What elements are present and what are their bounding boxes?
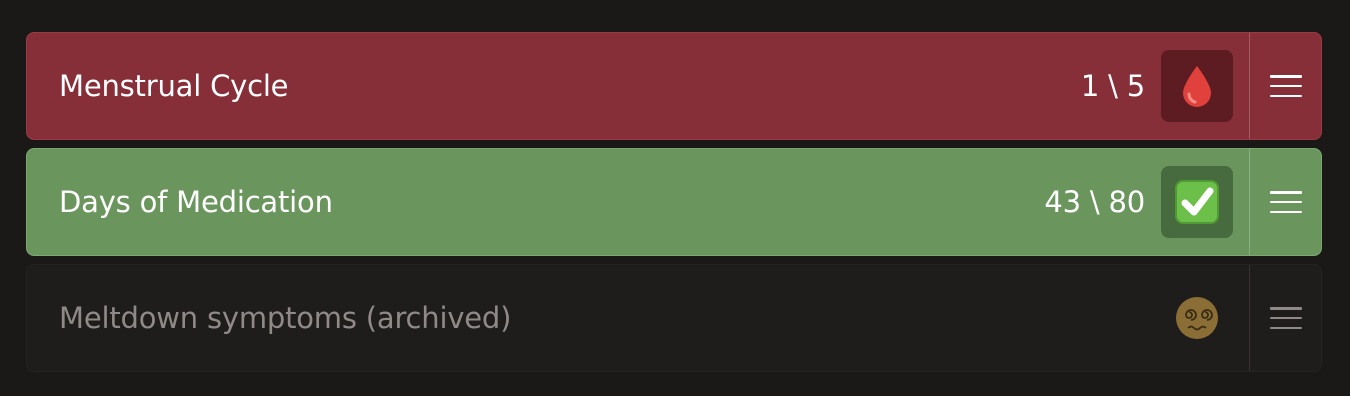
- tracker-open-days-of-medication[interactable]: Days of Medication 43 \ 80: [27, 149, 1249, 255]
- tracker-title: Days of Medication: [59, 185, 333, 219]
- hamburger-icon: [1269, 307, 1302, 329]
- tracker-list: Menstrual Cycle 1 \ 5 Days of Medication…: [26, 32, 1322, 380]
- tracker-title: Menstrual Cycle: [59, 69, 289, 103]
- drag-handle[interactable]: [1249, 149, 1321, 255]
- tracker-row-days-of-medication: Days of Medication 43 \ 80: [26, 148, 1322, 256]
- tracker-count: 43 \ 80: [1044, 185, 1145, 219]
- tracker-row-meltdown-symptoms: Meltdown symptoms (archived): [26, 264, 1322, 372]
- drop-of-blood-icon: [1177, 64, 1217, 108]
- tracker-emoji-button[interactable]: [1161, 282, 1233, 354]
- tracker-emoji-button[interactable]: [1161, 50, 1233, 122]
- dizzy-face-icon: [1174, 295, 1220, 341]
- tracker-count: 1 \ 5: [1080, 69, 1145, 103]
- hamburger-icon: [1269, 75, 1302, 97]
- tracker-row-menstrual-cycle: Menstrual Cycle 1 \ 5: [26, 32, 1322, 140]
- tracker-emoji-button[interactable]: [1161, 166, 1233, 238]
- tracker-open-meltdown-symptoms[interactable]: Meltdown symptoms (archived): [27, 265, 1249, 371]
- tracker-open-menstrual-cycle[interactable]: Menstrual Cycle 1 \ 5: [27, 33, 1249, 139]
- check-mark-button-icon: [1173, 178, 1221, 226]
- drag-handle[interactable]: [1249, 265, 1321, 371]
- drag-handle[interactable]: [1249, 33, 1321, 139]
- tracker-title: Meltdown symptoms (archived): [59, 301, 512, 335]
- hamburger-icon: [1269, 191, 1302, 213]
